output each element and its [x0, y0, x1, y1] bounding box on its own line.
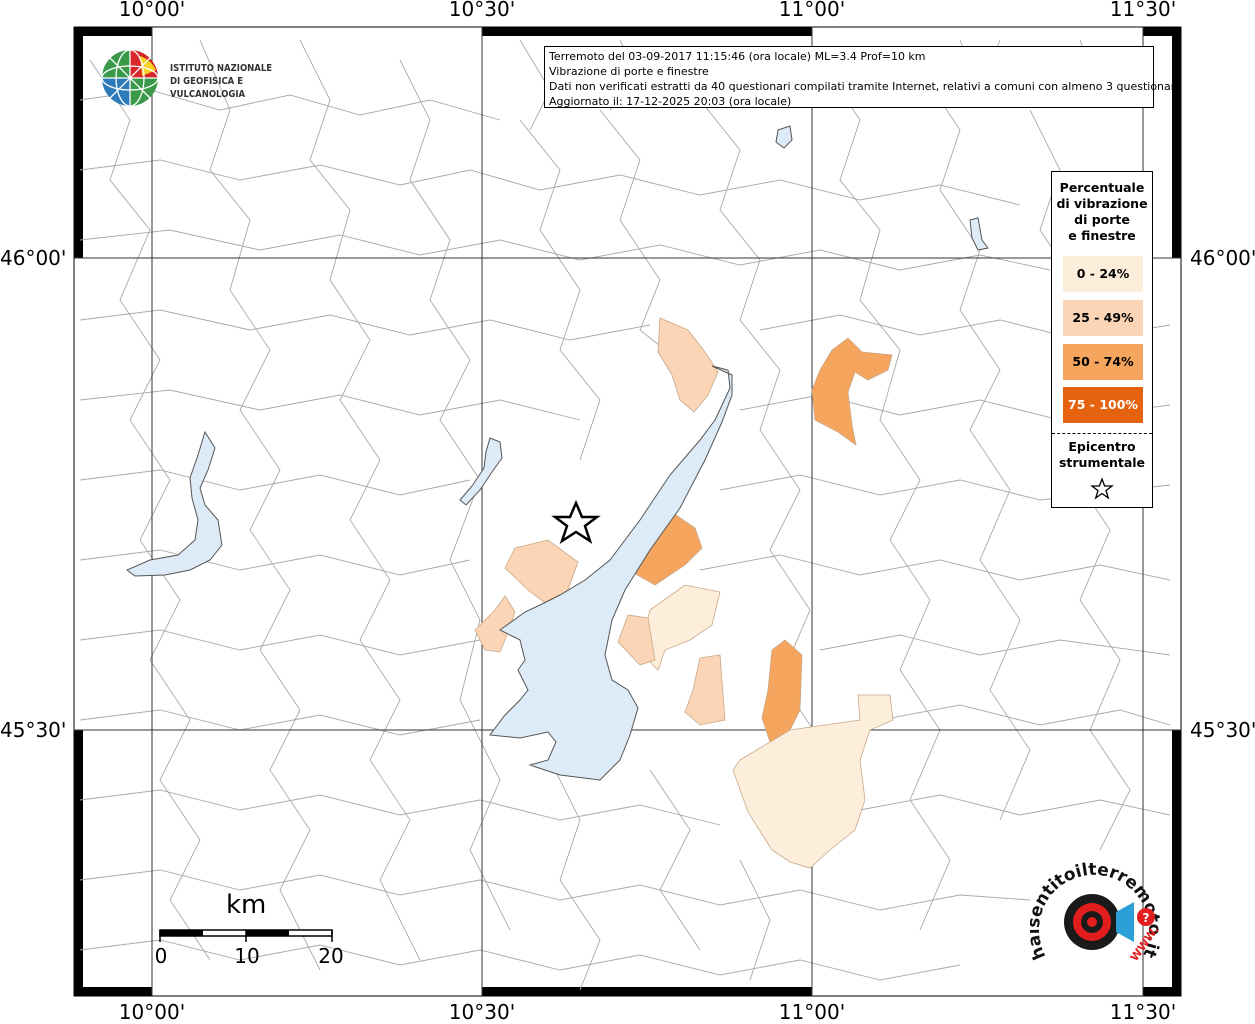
lat-label-right-2: 45°30' — [1190, 718, 1255, 742]
legend-title: Percentuale di vibrazione di porte e fin… — [1052, 180, 1152, 244]
scale-bar: km 0 10 20 — [150, 890, 360, 980]
haisentito-badge[interactable]: haisentitoilterremoto.it ? WWW. — [1024, 860, 1180, 980]
scale-unit: km — [226, 890, 267, 920]
lon-label-top-1: 10°00' — [118, 0, 186, 21]
lon-label-bottom-1: 10°00' — [118, 1000, 186, 1024]
event-info-box: Terremoto del 03-09-2017 11:15:46 (ora l… — [544, 46, 1182, 108]
legend-class-75-100: 75 - 100% — [1063, 387, 1143, 423]
lon-label-bottom-2: 10°30' — [448, 1000, 516, 1024]
haisentito-logo-icon: haisentitoilterremoto.it ? WWW. — [1024, 860, 1164, 964]
legend-title-line: di vibrazione — [1056, 196, 1148, 211]
map-frame — [73, 26, 1182, 997]
legend-class-50-74: 50 - 74% — [1063, 344, 1143, 380]
lat-label-left-1: 46°00' — [0, 246, 67, 270]
legend-class-25-49: 25 - 49% — [1063, 300, 1143, 336]
lat-label-right-1: 46°00' — [1190, 246, 1255, 270]
legend-separator — [1052, 433, 1152, 434]
legend: Percentuale di vibrazione di porte e fin… — [1051, 171, 1153, 508]
lon-label-top-2: 10°30' — [448, 0, 516, 21]
map-subject: Vibrazione di porte e finestre — [549, 65, 709, 78]
scale-tick-label: 10 — [234, 944, 260, 968]
lon-label-top-3: 11°00' — [778, 0, 846, 21]
legend-title-line: Percentuale — [1059, 180, 1145, 195]
globe-icon — [101, 49, 159, 107]
lon-label-top-4: 11°30' — [1109, 0, 1177, 21]
ingv-logo: ISTITUTO NAZIONALE DI GEOFISICA E VULCAN… — [100, 48, 330, 108]
svg-text:?: ? — [1143, 911, 1150, 925]
legend-title-line: e finestre — [1068, 228, 1136, 243]
legend-epicenter-line: Epicentro — [1068, 439, 1136, 454]
update-timestamp: Aggiornato il: 17-12-2025 20:03 (ora loc… — [549, 95, 792, 108]
legend-title-line: di porte — [1074, 212, 1130, 227]
legend-epicenter-line: strumentale — [1058, 455, 1146, 470]
data-note: Dati non verificati estratti da 40 quest… — [549, 80, 1182, 93]
logo-line-2: DI GEOFISICA E VULCANOLOGIA — [170, 76, 246, 100]
lat-label-left-2: 45°30' — [0, 718, 67, 742]
star-icon — [1090, 477, 1114, 500]
logo-line-1: ISTITUTO NAZIONALE — [170, 63, 273, 74]
lon-label-bottom-4: 11°30' — [1109, 1000, 1177, 1024]
scale-tick-label: 0 — [154, 944, 168, 968]
lon-label-bottom-3: 11°00' — [778, 1000, 846, 1024]
event-title: Terremoto del 03-09-2017 11:15:46 (ora l… — [549, 50, 926, 63]
scale-tick-label: 20 — [318, 944, 344, 968]
legend-epicenter-label: Epicentro strumentale — [1052, 439, 1152, 471]
legend-class-0-24: 0 - 24% — [1063, 256, 1143, 292]
